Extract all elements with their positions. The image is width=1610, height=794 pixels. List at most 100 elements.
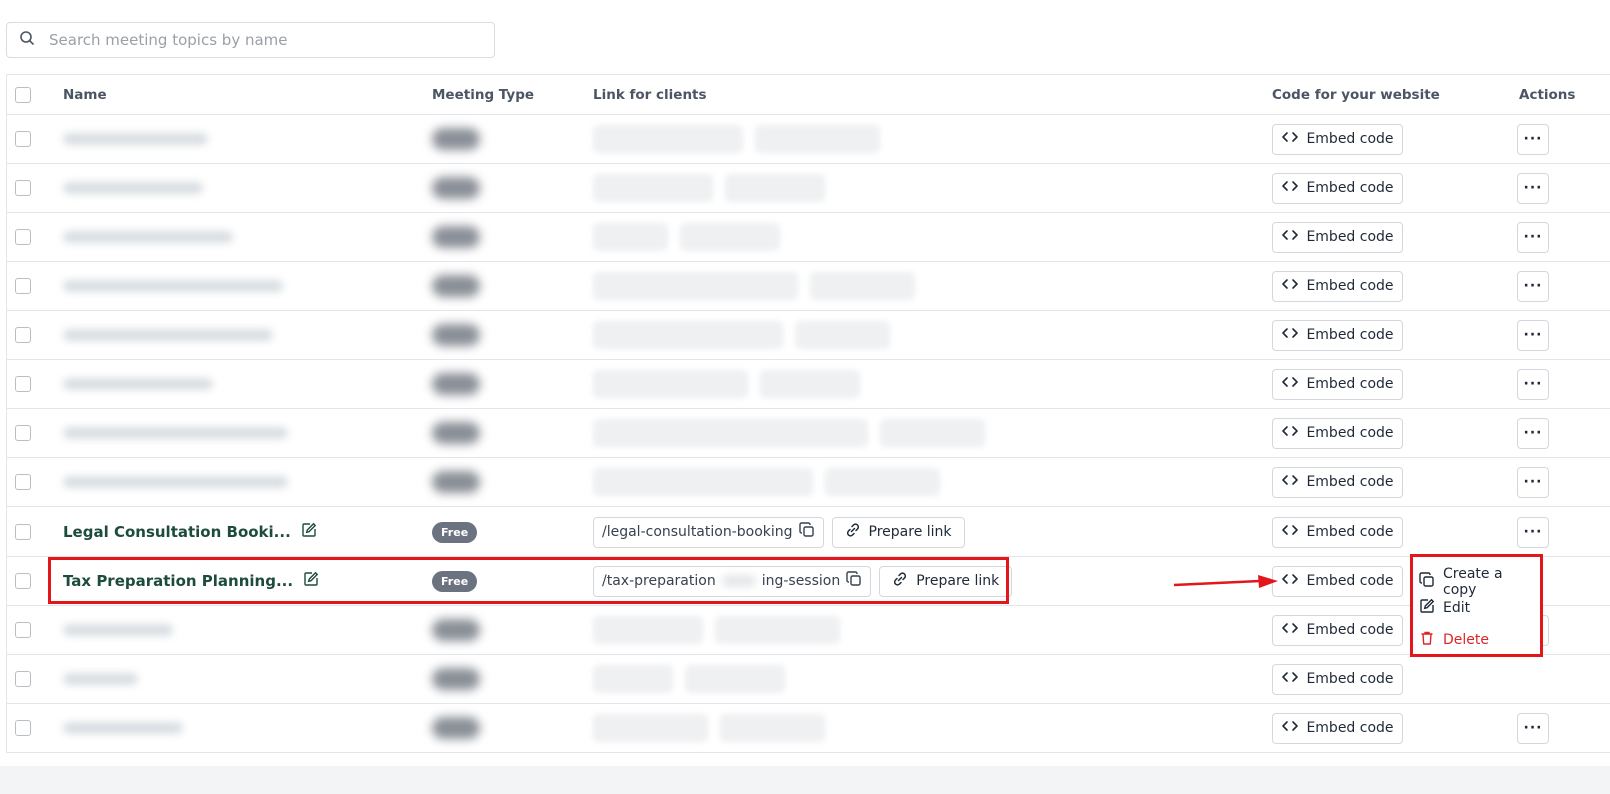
embed-code-label: Embed code <box>1306 474 1394 490</box>
search-box[interactable] <box>6 22 495 58</box>
menu-item-create-copy[interactable]: Create a copy <box>1419 566 1540 598</box>
edit-name-icon[interactable] <box>301 522 317 542</box>
redacted-link <box>593 714 708 742</box>
redacted-name <box>63 624 173 636</box>
embed-code-button[interactable]: Embed code <box>1272 516 1403 548</box>
edit-name-icon[interactable] <box>303 571 319 591</box>
table-row: Embed code··· <box>7 606 1610 655</box>
code-icon <box>1281 619 1299 641</box>
search-icon <box>19 30 35 50</box>
more-actions-button[interactable]: ··· <box>1517 319 1549 351</box>
redacted-link <box>593 174 713 202</box>
table-row: Tax Preparation Planning... Free /tax-pr… <box>7 557 1610 606</box>
code-icon <box>1281 128 1299 150</box>
more-actions-button[interactable]: ··· <box>1517 368 1549 400</box>
redacted-button <box>795 321 890 349</box>
embed-code-button[interactable]: Embed code <box>1272 614 1403 646</box>
redacted-button <box>680 223 780 251</box>
meeting-name-link[interactable]: Legal Consultation Booki... <box>63 523 291 541</box>
row-checkbox[interactable] <box>15 474 31 490</box>
embed-code-button[interactable]: Embed code <box>1272 712 1403 744</box>
embed-code-button[interactable]: Embed code <box>1272 172 1403 204</box>
embed-code-button[interactable]: Embed code <box>1272 368 1403 400</box>
more-actions-button[interactable]: ··· <box>1517 466 1549 498</box>
more-actions-button[interactable]: ··· <box>1517 221 1549 253</box>
row-checkbox[interactable] <box>15 573 31 589</box>
embed-code-button[interactable]: Embed code <box>1272 221 1403 253</box>
redacted-badge <box>432 177 480 199</box>
client-link-field[interactable]: /legal-consultation-booking <box>593 516 824 548</box>
menu-item-edit[interactable]: Edit <box>1419 598 1470 618</box>
arrow-annotation <box>1173 575 1278 588</box>
row-checkbox[interactable] <box>15 131 31 147</box>
row-checkbox[interactable] <box>15 376 31 392</box>
embed-code-label: Embed code <box>1306 425 1394 441</box>
embed-code-label: Embed code <box>1306 524 1394 540</box>
redacted-name <box>63 722 183 734</box>
redacted-badge <box>432 128 480 150</box>
embed-code-label: Embed code <box>1306 327 1394 343</box>
table-row: Embed code ··· <box>7 115 1610 164</box>
code-icon <box>1281 324 1299 346</box>
more-actions-button[interactable]: ··· <box>1517 172 1549 204</box>
prepare-link-button[interactable]: Prepare link <box>879 565 1013 597</box>
meeting-topics-table: Name Meeting Type Link for clients Code … <box>6 74 1610 753</box>
embed-code-label: Embed code <box>1306 180 1394 196</box>
embed-code-button[interactable]: Embed code <box>1272 466 1403 498</box>
embed-code-label: Embed code <box>1306 671 1394 687</box>
row-checkbox[interactable] <box>15 524 31 540</box>
client-link-field[interactable]: /tax-preparation ing-session <box>593 565 872 597</box>
row-checkbox[interactable] <box>15 671 31 687</box>
redacted-name <box>63 182 203 194</box>
row-checkbox[interactable] <box>15 229 31 245</box>
copy-icon[interactable] <box>846 571 862 591</box>
row-checkbox[interactable] <box>15 720 31 736</box>
embed-code-button[interactable]: Embed code <box>1272 123 1403 155</box>
code-icon <box>1281 471 1299 493</box>
redacted-button <box>720 714 825 742</box>
redacted-button <box>825 468 940 496</box>
embed-code-button[interactable]: Embed code <box>1272 319 1403 351</box>
more-actions-button[interactable]: ··· <box>1517 516 1549 548</box>
copy-icon <box>1419 572 1435 592</box>
more-actions-button[interactable]: ··· <box>1517 712 1549 744</box>
code-icon <box>1281 422 1299 444</box>
table-row: Embed code ··· <box>7 311 1610 360</box>
column-header-meeting-type: Meeting Type <box>432 86 535 103</box>
row-checkbox[interactable] <box>15 327 31 343</box>
embed-code-button[interactable]: Embed code <box>1272 663 1403 695</box>
redacted-badge <box>432 471 480 493</box>
embed-code-button[interactable]: Embed code <box>1272 565 1403 597</box>
search-input[interactable] <box>47 30 467 50</box>
link-icon <box>845 522 861 542</box>
row-checkbox[interactable] <box>15 278 31 294</box>
more-actions-button[interactable]: ··· <box>1517 417 1549 449</box>
copy-icon[interactable] <box>798 522 815 542</box>
trash-icon <box>1419 630 1435 650</box>
row-checkbox[interactable] <box>15 622 31 638</box>
redacted-badge <box>432 324 480 346</box>
table-row: Embed code ··· <box>7 704 1610 753</box>
redacted-link <box>593 370 748 398</box>
menu-item-delete[interactable]: Delete <box>1419 630 1489 650</box>
embed-code-button[interactable]: Embed code <box>1272 270 1403 302</box>
row-checkbox[interactable] <box>15 425 31 441</box>
client-link-slug: /legal-consultation-booking <box>602 524 793 540</box>
code-icon <box>1281 275 1299 297</box>
more-actions-button[interactable]: ··· <box>1517 123 1549 155</box>
redacted-button <box>755 125 880 153</box>
redacted-link <box>593 321 783 349</box>
select-all-checkbox[interactable] <box>15 86 31 103</box>
prepare-link-button[interactable]: Prepare link <box>831 516 965 548</box>
column-header-code: Code for your website <box>1272 86 1440 103</box>
redacted-name <box>63 133 208 145</box>
column-header-actions: Actions <box>1519 86 1576 103</box>
embed-code-button[interactable]: Embed code <box>1272 417 1403 449</box>
meeting-name-link[interactable]: Tax Preparation Planning... <box>63 572 293 590</box>
table-row: Embed code ··· <box>7 213 1610 262</box>
redacted-name <box>63 280 283 292</box>
more-actions-button[interactable]: ··· <box>1517 270 1549 302</box>
row-checkbox[interactable] <box>15 180 31 196</box>
meeting-type-badge: Free <box>432 521 478 543</box>
column-header-link: Link for clients <box>593 86 707 103</box>
